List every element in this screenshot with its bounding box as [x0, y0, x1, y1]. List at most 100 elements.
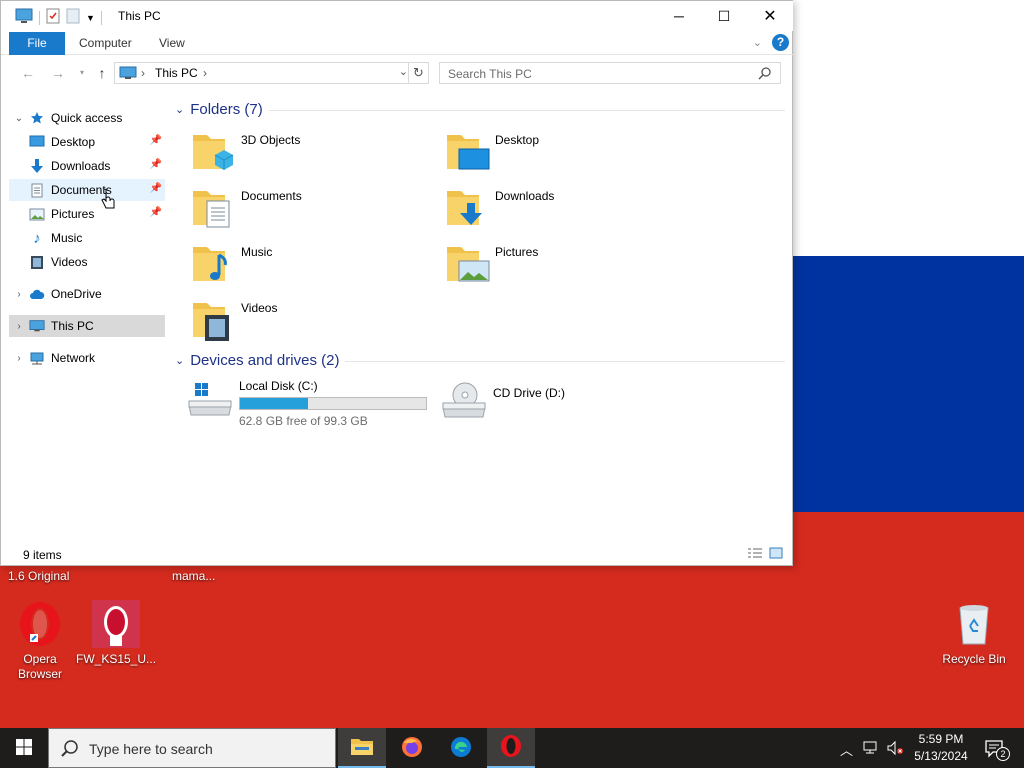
computer-icon	[29, 318, 45, 334]
tab-file[interactable]: File	[9, 32, 65, 55]
folder-3d-objects[interactable]: 3D Objects	[191, 129, 431, 179]
folder-downloads[interactable]: Downloads	[445, 185, 685, 235]
expand-ribbon-icon[interactable]: ⌄	[753, 36, 762, 49]
minimize-button[interactable]: ─	[656, 1, 702, 31]
title-bar[interactable]: ▼ This PC ─ ☐ ✕	[1, 1, 793, 31]
desktop-icon-label-partial[interactable]: 1.6 Original	[8, 569, 69, 584]
computer-icon[interactable]	[15, 8, 33, 27]
chevron-down-icon[interactable]: ⌄	[9, 113, 29, 124]
desktop-icon-label-partial[interactable]: mama...	[172, 569, 215, 584]
sidebar-item-pictures[interactable]: Pictures 📌	[9, 203, 165, 225]
pin-icon[interactable]: 📌	[150, 207, 162, 218]
network-icon	[29, 350, 45, 366]
folder-music[interactable]: Music	[191, 241, 431, 291]
drive-label: CD Drive (D:)	[493, 386, 565, 400]
chevron-right-icon[interactable]: ›	[9, 321, 29, 332]
recent-locations-button[interactable]: ▾	[73, 64, 91, 82]
sidebar-item-music[interactable]: ♪ Music	[9, 227, 165, 249]
taskbar-search-box[interactable]: Type here to search	[48, 728, 336, 768]
properties-icon[interactable]	[46, 8, 60, 27]
toolbar-separator	[39, 10, 40, 25]
chevron-right-icon[interactable]: ›	[9, 353, 29, 364]
document-icon	[29, 182, 45, 198]
desktop-icon-opera[interactable]: Opera Browser	[0, 600, 80, 682]
navigation-bar: ← → ▾ ↑ › This PC › ⌄ ↻ Search This PC	[1, 57, 793, 89]
search-box[interactable]: Search This PC	[439, 62, 781, 84]
details-view-icon[interactable]	[747, 547, 763, 562]
taskbar-search-input[interactable]: Type here to search	[89, 741, 213, 757]
folder-pictures[interactable]: Pictures	[445, 241, 685, 291]
network-status-icon[interactable]	[862, 740, 880, 759]
pin-icon[interactable]: 📌	[150, 135, 162, 146]
sidebar-item-desktop[interactable]: Desktop 📌	[9, 131, 165, 153]
help-icon[interactable]: ?	[772, 34, 789, 51]
folder-documents[interactable]: Documents	[191, 185, 431, 235]
show-hidden-icons-chevron-icon[interactable]: ︿	[840, 740, 853, 759]
sidebar-item-label: Quick access	[51, 111, 123, 125]
search-icon	[61, 739, 79, 760]
drive-local-disk-c[interactable]: Local Disk (C:) 62.8 GB free of 99.3 GB	[187, 379, 437, 429]
sidebar-item-onedrive[interactable]: › OneDrive	[9, 283, 165, 305]
file-explorer-window: ▼ This PC ─ ☐ ✕ File Computer View ⌄ ? ←…	[0, 0, 793, 566]
drive-cd-d[interactable]: CD Drive (D:)	[441, 379, 691, 429]
taskbar-opera[interactable]	[487, 728, 535, 768]
forward-button[interactable]: →	[49, 64, 67, 82]
recycle-bin-icon	[950, 600, 998, 648]
sidebar-item-documents[interactable]: Documents 📌	[9, 179, 165, 201]
folder-desktop[interactable]: Desktop	[445, 129, 685, 179]
breadcrumb-this-pc[interactable]: This PC	[155, 66, 198, 80]
sidebar-item-this-pc[interactable]: › This PC	[9, 315, 165, 337]
address-bar[interactable]: › This PC › ⌄ ↻	[114, 62, 429, 84]
drive-label: Local Disk (C:)	[239, 379, 318, 393]
sidebar-item-network[interactable]: › Network	[9, 347, 165, 369]
folders-group-header[interactable]: ⌄ Folders (7)	[175, 101, 263, 118]
sidebar-item-quick-access[interactable]: ⌄ Quick access	[9, 107, 165, 129]
chevron-right-icon[interactable]: ›	[9, 289, 29, 300]
drives-group-header[interactable]: ⌄ Devices and drives (2)	[175, 352, 339, 369]
folder-label: Downloads	[495, 189, 555, 203]
system-clock[interactable]: 5:59 PM 5/13/2024	[906, 731, 976, 765]
up-button[interactable]: ↑	[93, 64, 111, 82]
back-button[interactable]: ←	[19, 64, 37, 82]
notification-count-badge: 2	[996, 747, 1010, 761]
sidebar-item-downloads[interactable]: Downloads 📌	[9, 155, 165, 177]
breadcrumb-separator-icon[interactable]: ›	[203, 66, 207, 80]
new-folder-icon[interactable]	[66, 8, 80, 27]
large-icons-view-icon[interactable]	[769, 547, 783, 562]
desktop-icon-recycle-bin[interactable]: Recycle Bin	[934, 600, 1014, 667]
cd-drive-icon	[441, 381, 487, 424]
opera-icon	[499, 734, 523, 761]
taskbar-firefox[interactable]	[388, 728, 436, 768]
sidebar-item-videos[interactable]: Videos	[9, 251, 165, 273]
pin-icon[interactable]: 📌	[150, 159, 162, 170]
customize-toolbar-dropdown-icon[interactable]: ▼	[86, 13, 95, 23]
video-icon	[29, 254, 45, 270]
maximize-button[interactable]: ☐	[701, 1, 747, 31]
view-toggle	[747, 547, 783, 562]
drive-free-space: 62.8 GB free of 99.3 GB	[239, 414, 368, 428]
start-button[interactable]	[0, 728, 48, 768]
quick-access-toolbar: ▼	[15, 8, 102, 27]
folder-videos-icon	[191, 297, 239, 345]
tab-computer[interactable]: Computer	[65, 32, 146, 55]
group-title: Devices and drives (2)	[190, 352, 340, 369]
address-dropdown-icon[interactable]: ⌄	[399, 65, 408, 78]
taskbar-edge[interactable]	[437, 728, 485, 768]
close-button[interactable]: ✕	[747, 1, 793, 31]
pin-icon[interactable]: 📌	[150, 183, 162, 194]
volume-muted-icon[interactable]	[886, 740, 904, 759]
folder-videos[interactable]: Videos	[191, 297, 431, 347]
tab-view[interactable]: View	[145, 32, 199, 55]
desktop-icon-fw-ks15[interactable]: FW_KS15_U...	[76, 600, 156, 667]
taskbar-file-explorer[interactable]	[338, 728, 386, 768]
folder-label: Pictures	[495, 245, 539, 259]
breadcrumb-separator-icon[interactable]: ›	[141, 66, 145, 80]
firefox-icon	[400, 735, 424, 762]
content-pane: ⌄ Folders (7) 3D Objects Desktop Documen…	[101, 91, 789, 541]
search-input[interactable]: Search This PC	[448, 67, 532, 81]
refresh-button[interactable]: ↻	[408, 63, 428, 83]
music-icon: ♪	[33, 229, 41, 247]
chevron-down-icon: ⌄	[175, 104, 185, 116]
star-icon	[29, 110, 45, 126]
sidebar-item-label: Music	[51, 231, 83, 245]
